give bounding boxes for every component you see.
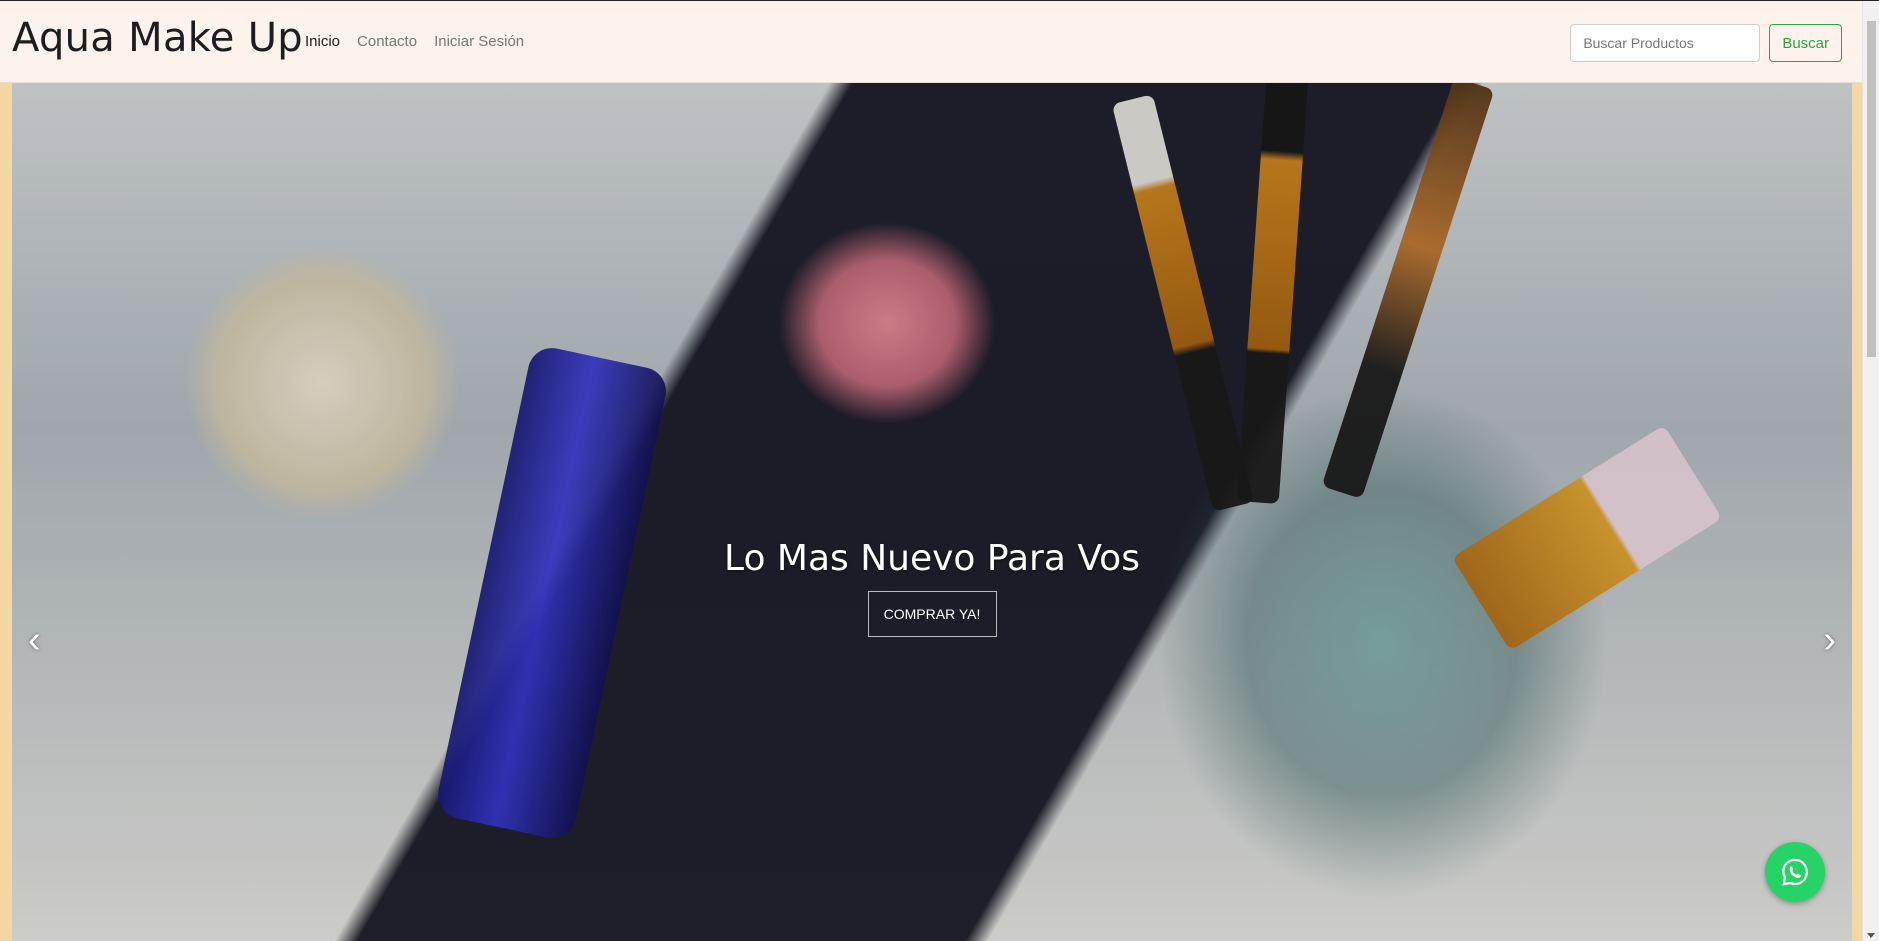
brand-logo[interactable]: Aqua Make Up (12, 15, 303, 61)
scroll-down-icon[interactable] (1867, 933, 1875, 938)
hero-carousel: Lo Mas Nuevo Para Vos COMPRAR YA! ‹ › (12, 83, 1852, 941)
carousel-overlay (12, 83, 1852, 941)
search-input[interactable] (1570, 24, 1761, 62)
carousel-caption-title: Lo Mas Nuevo Para Vos (724, 538, 1140, 579)
comprar-ya-button[interactable]: COMPRAR YA! (867, 591, 997, 637)
search-button[interactable]: Buscar (1769, 24, 1842, 62)
page-scrollbar[interactable] (1862, 1, 1879, 941)
nav-link-contacto[interactable]: Contacto (357, 33, 417, 50)
nav-link-inicio[interactable]: Inicio (305, 33, 340, 50)
carousel-next-icon[interactable]: › (1823, 621, 1836, 659)
nav-links: Inicio Contacto Iniciar Sesión (305, 33, 524, 50)
scrollbar-thumb[interactable] (1867, 21, 1876, 357)
nav-link-iniciar-sesion[interactable]: Iniciar Sesión (434, 33, 524, 50)
carousel-caption: Lo Mas Nuevo Para Vos COMPRAR YA! (12, 538, 1852, 637)
whatsapp-icon (1782, 858, 1808, 886)
carousel-prev-icon[interactable]: ‹ (28, 621, 41, 659)
whatsapp-button[interactable] (1765, 842, 1825, 902)
search-form: Buscar (1570, 24, 1842, 62)
page: Aqua Make Up Inicio Contacto Iniciar Ses… (0, 0, 1879, 941)
navbar: Aqua Make Up Inicio Contacto Iniciar Ses… (0, 1, 1862, 83)
